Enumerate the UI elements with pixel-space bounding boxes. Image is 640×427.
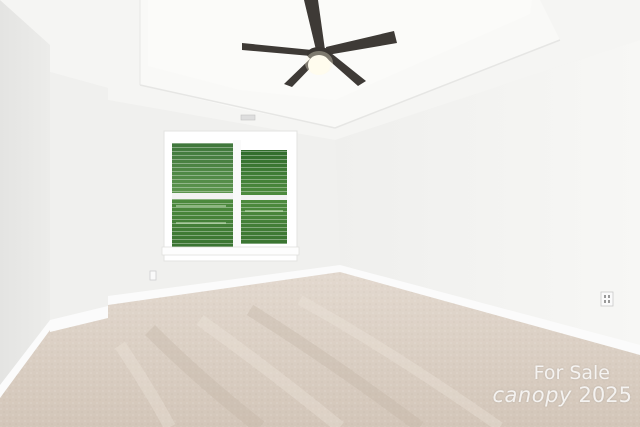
watermark-for-sale: For Sale bbox=[533, 362, 610, 384]
window bbox=[161, 130, 300, 262]
power-outlet-right bbox=[600, 291, 614, 307]
window-sill bbox=[161, 246, 300, 256]
air-vent bbox=[240, 114, 256, 121]
power-outlet-back bbox=[149, 270, 157, 281]
watermark-year: 2025 bbox=[578, 383, 632, 407]
for-sale-watermark: For Sale canopy 2025 bbox=[462, 364, 632, 406]
watermark-brand: canopy bbox=[492, 383, 572, 407]
